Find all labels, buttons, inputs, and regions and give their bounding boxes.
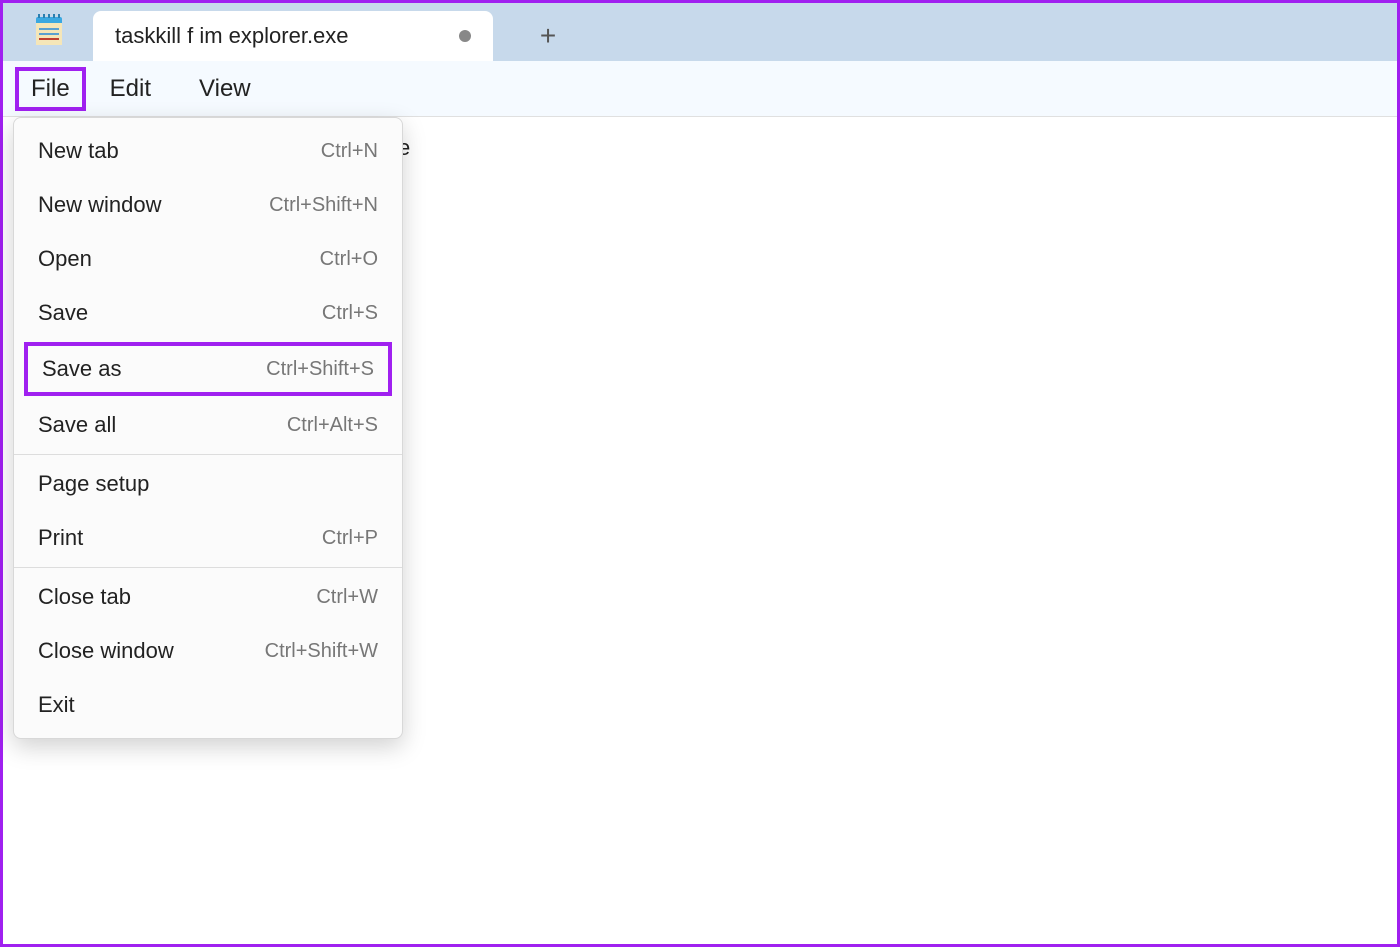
unsaved-indicator-icon	[459, 30, 471, 42]
menu-save-as[interactable]: Save as Ctrl+Shift+S	[24, 342, 392, 396]
menu-item-label: New window	[38, 192, 162, 218]
menu-item-shortcut: Ctrl+O	[320, 248, 378, 271]
menu-item-label: Open	[38, 246, 92, 272]
menu-print[interactable]: Print Ctrl+P	[14, 511, 402, 565]
menu-bar: File Edit View	[3, 61, 1397, 117]
menu-edit[interactable]: Edit	[86, 67, 175, 111]
menu-separator	[14, 567, 402, 568]
menu-item-shortcut: Ctrl+N	[321, 140, 378, 163]
menu-close-window[interactable]: Close window Ctrl+Shift+W	[14, 624, 402, 678]
menu-item-label: Close window	[38, 638, 174, 664]
tab-title: taskkill f im explorer.exe	[115, 23, 429, 49]
menu-exit[interactable]: Exit	[14, 678, 402, 732]
menu-separator	[14, 454, 402, 455]
menu-new-window[interactable]: New window Ctrl+Shift+N	[14, 178, 402, 232]
menu-item-shortcut: Ctrl+Shift+W	[265, 640, 378, 663]
menu-page-setup[interactable]: Page setup	[14, 457, 402, 511]
menu-item-shortcut: Ctrl+S	[322, 302, 378, 325]
menu-item-shortcut: Ctrl+W	[316, 586, 378, 609]
menu-close-tab[interactable]: Close tab Ctrl+W	[14, 570, 402, 624]
menu-item-shortcut: Ctrl+Shift+N	[269, 194, 378, 217]
menu-item-label: Print	[38, 525, 83, 551]
menu-save-all[interactable]: Save all Ctrl+Alt+S	[14, 398, 402, 452]
menu-item-shortcut: Ctrl+P	[322, 527, 378, 550]
new-tab-button[interactable]: +	[523, 11, 573, 61]
menu-save[interactable]: Save Ctrl+S	[14, 286, 402, 340]
menu-item-shortcut: Ctrl+Alt+S	[287, 414, 378, 437]
menu-open[interactable]: Open Ctrl+O	[14, 232, 402, 286]
menu-item-label: Exit	[38, 692, 75, 718]
document-tab[interactable]: taskkill f im explorer.exe	[93, 11, 493, 61]
menu-item-label: Close tab	[38, 584, 131, 610]
notepad-icon	[33, 17, 65, 49]
file-menu-dropdown: New tab Ctrl+N New window Ctrl+Shift+N O…	[13, 117, 403, 739]
plus-icon: +	[540, 20, 556, 52]
menu-item-label: New tab	[38, 138, 119, 164]
menu-item-label: Save as	[42, 356, 122, 382]
menu-item-label: Save	[38, 300, 88, 326]
menu-item-label: Save all	[38, 412, 116, 438]
menu-new-tab[interactable]: New tab Ctrl+N	[14, 124, 402, 178]
menu-item-shortcut: Ctrl+Shift+S	[266, 358, 374, 381]
tab-bar: taskkill f im explorer.exe +	[3, 3, 1397, 61]
menu-file[interactable]: File	[15, 67, 86, 111]
menu-item-label: Page setup	[38, 471, 149, 497]
menu-view[interactable]: View	[175, 67, 275, 111]
